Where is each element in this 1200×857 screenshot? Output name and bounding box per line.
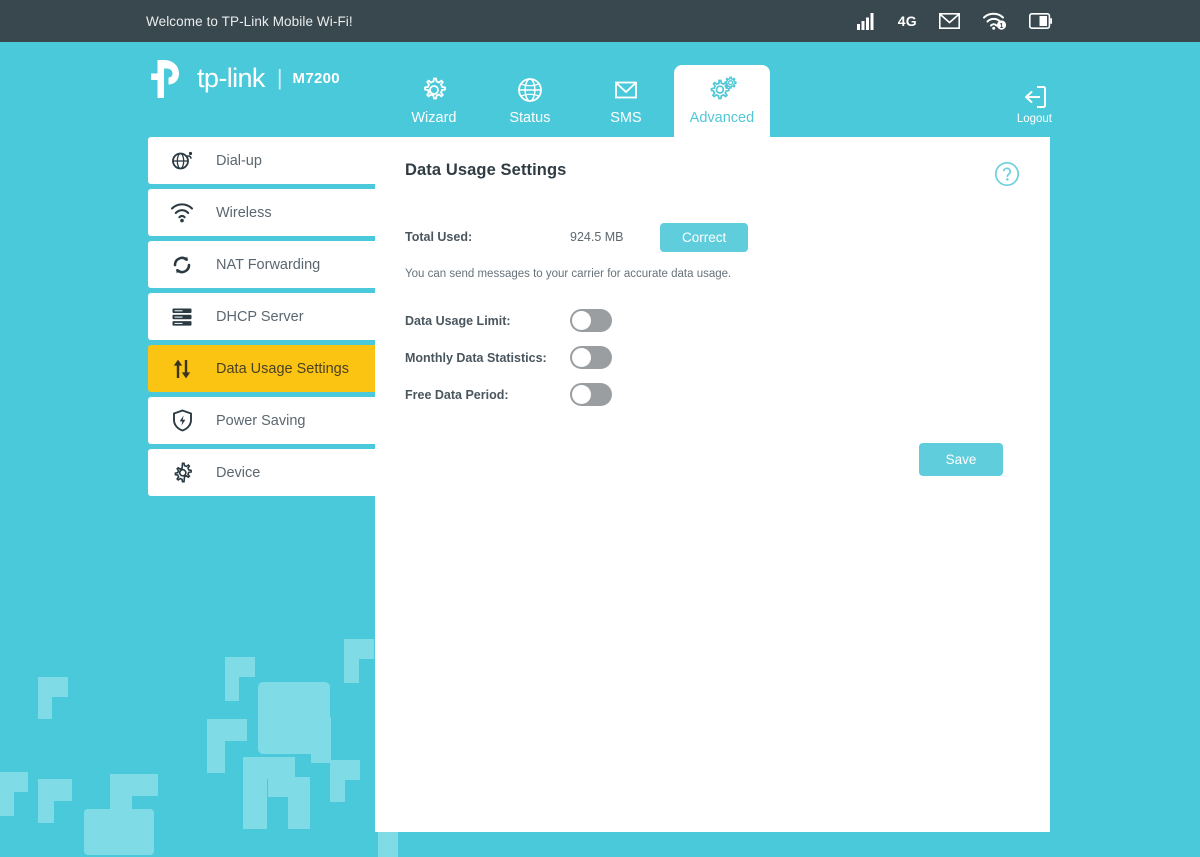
sidebar-item-dhcp-server-label: DHCP Server — [216, 308, 304, 325]
refresh-icon — [148, 254, 216, 276]
sidebar-item-data-usage-settings[interactable]: Data Usage Settings — [148, 345, 375, 392]
save-button[interactable]: Save — [919, 443, 1003, 476]
battery-icon — [1029, 13, 1052, 29]
logout-button[interactable]: Logout — [1017, 84, 1052, 137]
globe-dialup-icon — [148, 150, 216, 172]
sidebar-item-power-saving-label: Power Saving — [216, 412, 306, 429]
free-data-period-label: Free Data Period: — [405, 387, 509, 402]
status-icon-group: 4G 1 — [856, 12, 1052, 30]
tab-status-label: Status — [509, 110, 551, 126]
toggle-knob — [572, 385, 591, 404]
status-bar: Welcome to TP-Link Mobile Wi-Fi! 4G 1 — [0, 0, 1200, 42]
data-usage-limit-label: Data Usage Limit: — [405, 313, 511, 328]
logout-label: Logout — [1016, 113, 1052, 125]
content-header: Data Usage Settings — [405, 161, 1020, 192]
wifi-icon: 1 — [982, 12, 1007, 30]
tab-wizard-label: Wizard — [411, 110, 457, 126]
gear-icon — [424, 77, 446, 100]
tab-advanced[interactable]: Advanced — [673, 65, 770, 137]
sidebar-item-nat-forwarding[interactable]: NAT Forwarding — [148, 241, 375, 288]
sidebar: Dial-up Wireless NAT Forwarding DHCP Ser… — [148, 137, 375, 832]
monthly-data-statistics-label: Monthly Data Statistics: — [405, 350, 547, 365]
sidebar-item-dial-up[interactable]: Dial-up — [148, 137, 375, 184]
wifi-icon — [148, 202, 216, 223]
message-icon — [939, 13, 960, 29]
data-usage-limit-row: Data Usage Limit: — [405, 302, 1020, 339]
network-type-label: 4G — [897, 13, 917, 29]
toggle-knob — [572, 348, 591, 367]
brand-name: tp-link — [197, 63, 265, 93]
sidebar-item-device-label: Device — [216, 464, 261, 481]
tplink-logo-icon — [151, 59, 179, 98]
data-usage-form: Total Used: 924.5 MB Correct You can sen… — [405, 220, 1020, 476]
signal-bars-icon — [856, 12, 876, 30]
gear-icon — [148, 461, 216, 484]
up-down-arrows-icon — [148, 358, 216, 380]
sidebar-item-wireless-label: Wireless — [216, 204, 272, 221]
brand-logo: tp-link | M7200 — [148, 42, 340, 137]
device-model: M7200 — [292, 70, 340, 87]
toggle-knob — [572, 311, 591, 330]
monthly-data-statistics-toggle[interactable] — [570, 346, 612, 369]
carrier-hint-text: You can send messages to your carrier fo… — [405, 268, 732, 280]
sidebar-item-data-usage-settings-label: Data Usage Settings — [216, 360, 349, 377]
total-used-value: 924.5 MB — [570, 230, 624, 244]
page-body: Dial-up Wireless NAT Forwarding DHCP Ser… — [0, 137, 1200, 832]
correct-button[interactable]: Correct — [660, 222, 749, 252]
logout-icon — [1025, 86, 1047, 108]
total-used-label: Total Used: — [405, 230, 473, 244]
tab-sms-label: SMS — [610, 110, 642, 126]
envelope-icon — [615, 81, 637, 99]
main-nav: Wizard Status SMS Advanced — [386, 42, 770, 137]
data-usage-limit-toggle[interactable] — [570, 309, 612, 332]
sidebar-item-wireless[interactable]: Wireless — [148, 189, 375, 236]
gears-icon — [710, 76, 737, 100]
monthly-data-statistics-row: Monthly Data Statistics: — [405, 339, 1020, 376]
app-header: tp-link | M7200 Wizard Status SMS Advanc… — [0, 42, 1200, 137]
server-icon — [148, 307, 216, 327]
sidebar-item-dhcp-server[interactable]: DHCP Server — [148, 293, 375, 340]
tab-sms[interactable]: SMS — [578, 65, 674, 137]
sidebar-item-nat-forwarding-label: NAT Forwarding — [216, 256, 321, 273]
globe-icon — [518, 78, 542, 102]
total-used-row: Total Used: 924.5 MB Correct — [405, 220, 1020, 254]
wifi-badge-count: 1 — [1000, 23, 1004, 30]
help-circle-icon[interactable] — [994, 161, 1020, 192]
sidebar-item-power-saving[interactable]: Power Saving — [148, 397, 375, 444]
brand-separator: | — [276, 64, 283, 90]
tab-wizard[interactable]: Wizard — [386, 65, 482, 137]
free-data-period-row: Free Data Period: — [405, 376, 1020, 413]
welcome-message: Welcome to TP-Link Mobile Wi-Fi! — [146, 13, 353, 29]
free-data-period-toggle[interactable] — [570, 383, 612, 406]
sidebar-item-device[interactable]: Device — [148, 449, 375, 496]
sidebar-item-dial-up-label: Dial-up — [216, 152, 262, 169]
page-title: Data Usage Settings — [405, 161, 567, 179]
tab-status[interactable]: Status — [482, 65, 578, 137]
shield-bolt-icon — [148, 409, 216, 432]
content-panel: Data Usage Settings Total Used: 924.5 MB… — [375, 137, 1050, 832]
save-button-area: Save — [405, 443, 1020, 476]
tab-advanced-label: Advanced — [689, 110, 755, 126]
